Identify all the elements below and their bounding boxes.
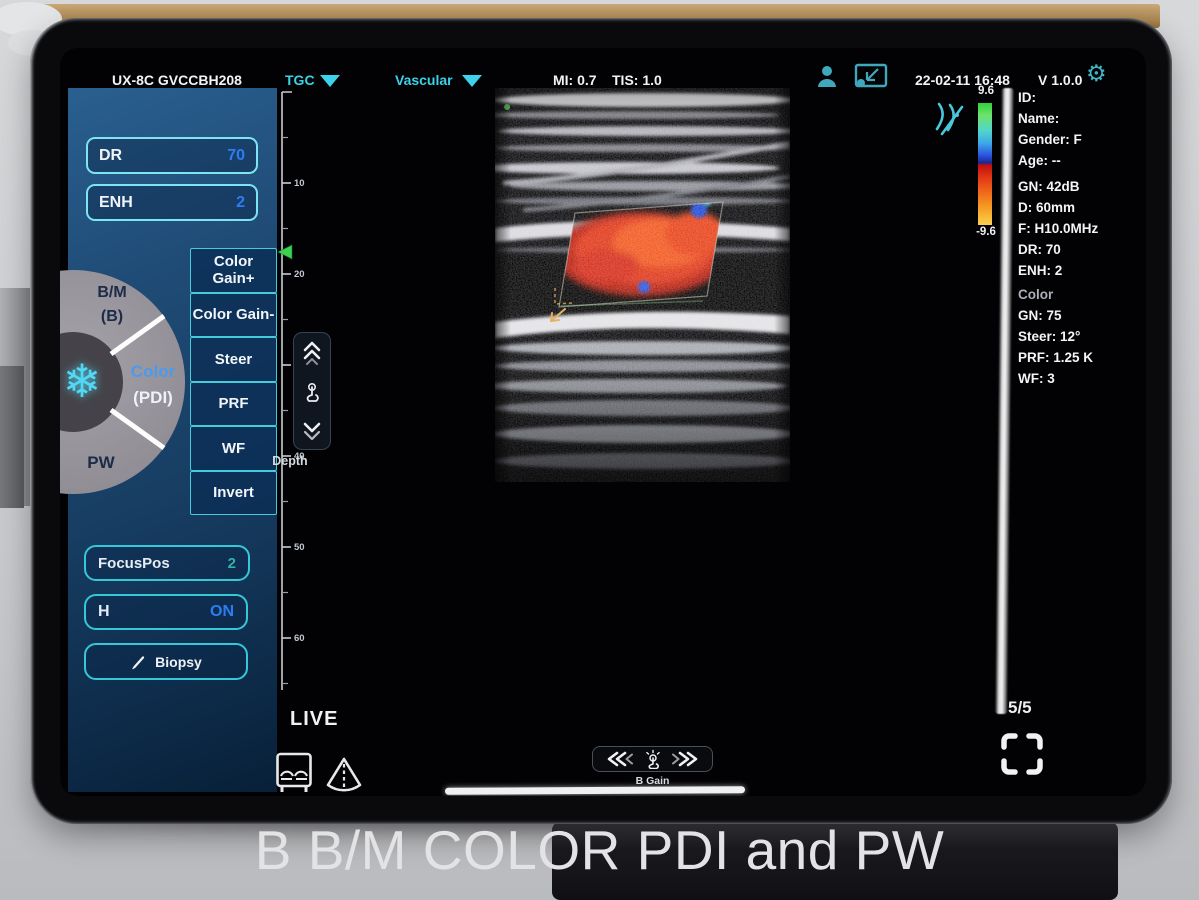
colorbar-max-label: 9.6 bbox=[966, 85, 1006, 97]
color-gain-minus-button[interactable]: Color Gain- bbox=[190, 293, 277, 338]
mode-pw-label[interactable]: PW bbox=[87, 453, 114, 473]
pencil-icon bbox=[130, 654, 146, 670]
patient-info-panel: ID: Name: Gender: F Age: -- GN: 42dB D: … bbox=[1018, 87, 1146, 389]
live-status: LIVE bbox=[290, 708, 338, 731]
mode-color-sublabel[interactable]: (PDI) bbox=[133, 388, 173, 408]
bgain-control[interactable] bbox=[592, 746, 713, 772]
device-name: UX-8C GVCCBH208 bbox=[112, 70, 242, 90]
tis-value: TIS: 1.0 bbox=[612, 70, 662, 90]
tablet-stand-clamp-shadow bbox=[0, 366, 24, 508]
patient-age: Age: -- bbox=[1018, 150, 1146, 171]
focuspos-label: FocusPos bbox=[98, 555, 170, 572]
biopsy-label: Biopsy bbox=[155, 654, 202, 670]
touch-gain-icon bbox=[644, 749, 662, 769]
depth-touch-icon[interactable] bbox=[302, 379, 322, 403]
color-steer: Steer: 12° bbox=[1018, 326, 1146, 347]
focuspos-value: 2 bbox=[228, 555, 236, 572]
mode-color-label[interactable]: Color bbox=[131, 362, 175, 382]
ultrasound-app-screen: UX-8C GVCCBH208 TGC Vascular MI: 0.7 TIS… bbox=[60, 48, 1146, 796]
color-gain-plus-button[interactable]: Color Gain+ bbox=[190, 248, 277, 293]
preset-dropdown-chevron-icon[interactable] bbox=[462, 75, 482, 87]
tgc-dropdown-chevron-icon[interactable] bbox=[320, 75, 340, 87]
dr-value: 70 bbox=[227, 147, 245, 165]
doppler-colorbar bbox=[978, 103, 992, 225]
color-wf: WF: 3 bbox=[1018, 368, 1146, 389]
focuspos-button[interactable]: FocusPos 2 bbox=[84, 545, 250, 581]
param-frequency: F: H10.0MHz bbox=[1018, 218, 1146, 239]
enh-button[interactable]: ENH 2 bbox=[86, 184, 258, 221]
probe-icon[interactable] bbox=[275, 750, 313, 794]
invert-button[interactable]: Invert bbox=[190, 471, 277, 516]
tgc-dropdown-label[interactable]: TGC bbox=[285, 70, 315, 90]
dr-label: DR bbox=[99, 147, 122, 165]
preset-dropdown-label[interactable]: Vascular bbox=[395, 70, 453, 90]
mode-bm-label[interactable]: B/M bbox=[97, 284, 126, 302]
steer-button[interactable]: Steer bbox=[190, 337, 277, 382]
depth-down-chevrons-icon[interactable] bbox=[301, 416, 323, 442]
export-image-icon[interactable] bbox=[852, 63, 890, 90]
bgain-label: B Gain bbox=[592, 775, 713, 787]
decrease-chevrons-icon[interactable] bbox=[601, 751, 635, 767]
h-label: H bbox=[98, 603, 110, 621]
ruler-tick-10: 10 bbox=[294, 178, 305, 189]
tablet: UX-8C GVCCBH208 TGC Vascular MI: 0.7 TIS… bbox=[30, 18, 1172, 824]
home-indicator[interactable] bbox=[445, 786, 745, 795]
param-dr: DR: 70 bbox=[1018, 239, 1146, 260]
user-icon[interactable] bbox=[816, 64, 838, 88]
color-section-label: Color bbox=[1018, 284, 1146, 305]
depth-label: Depth bbox=[258, 454, 322, 468]
dr-button[interactable]: DR 70 bbox=[86, 137, 258, 174]
enh-label: ENH bbox=[99, 194, 133, 212]
depth-control-panel bbox=[293, 332, 331, 450]
enh-value: 2 bbox=[236, 194, 245, 212]
settings-gear-icon[interactable]: ⚙ bbox=[1086, 60, 1107, 87]
ruler-tick-60: 60 bbox=[294, 633, 305, 644]
increase-chevrons-icon[interactable] bbox=[670, 751, 704, 767]
ruler-tick-20: 20 bbox=[294, 269, 305, 280]
ruler-tick-50: 50 bbox=[294, 542, 305, 553]
h-value: ON bbox=[210, 603, 234, 621]
mi-value: MI: 0.7 bbox=[553, 70, 597, 90]
h-toggle-button[interactable]: H ON bbox=[84, 594, 248, 630]
patient-name: Name: bbox=[1018, 108, 1146, 129]
param-enh: ENH: 2 bbox=[1018, 260, 1146, 281]
patient-id: ID: bbox=[1018, 87, 1146, 108]
freeze-snowflake-icon[interactable]: ❄ bbox=[60, 351, 112, 411]
biopsy-button[interactable]: Biopsy bbox=[84, 643, 248, 680]
color-gn: GN: 75 bbox=[1018, 305, 1146, 326]
prf-button[interactable]: PRF bbox=[190, 382, 277, 427]
param-gn: GN: 42dB bbox=[1018, 176, 1146, 197]
page-indicator: 5/5 bbox=[1008, 698, 1032, 718]
patient-gender: Gender: F bbox=[1018, 129, 1146, 150]
depth-up-chevrons-icon[interactable] bbox=[301, 340, 323, 366]
param-depth: D: 60mm bbox=[1018, 197, 1146, 218]
screen-reflection bbox=[995, 88, 1015, 714]
fullscreen-icon[interactable] bbox=[998, 730, 1046, 778]
mode-bm-sublabel[interactable]: (B) bbox=[101, 308, 123, 326]
video-caption: B B/M COLOR PDI and PW bbox=[0, 818, 1199, 882]
focus-marker-icon[interactable] bbox=[278, 245, 292, 259]
orientation-sector-icon[interactable] bbox=[321, 756, 367, 794]
ultrasound-image[interactable] bbox=[495, 88, 790, 482]
color-prf: PRF: 1.25 K bbox=[1018, 347, 1146, 368]
vascular-mode-icon bbox=[933, 101, 967, 137]
